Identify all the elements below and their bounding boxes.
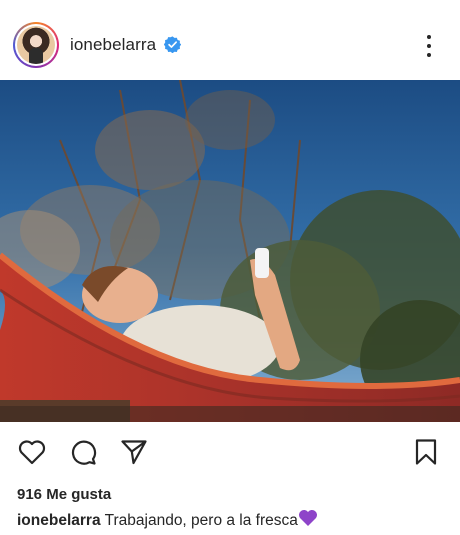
caption: ionebelarra Trabajando, pero a la fresca (17, 509, 318, 532)
send-icon[interactable] (118, 436, 150, 468)
username-link[interactable]: ionebelarra (70, 35, 156, 55)
caption-text: Trabajando, pero a la fresca (104, 512, 298, 529)
verified-badge-icon (164, 36, 181, 53)
caption-username[interactable]: ionebelarra (17, 512, 101, 529)
bookmark-icon[interactable] (410, 436, 442, 468)
more-options-icon[interactable] (420, 32, 438, 60)
photo-scene (0, 80, 460, 422)
post-actions (0, 430, 460, 474)
instagram-post: ionebelarra 916 Me gusta ionebelarra Tra… (0, 0, 460, 535)
avatar[interactable] (13, 22, 59, 68)
comment-icon[interactable] (67, 436, 99, 468)
purple-heart-icon (298, 509, 318, 532)
avatar-image (17, 26, 55, 64)
likes-count[interactable]: 916 Me gusta (17, 486, 111, 503)
post-photo[interactable] (0, 80, 460, 422)
heart-icon[interactable] (16, 436, 48, 468)
post-header: ionebelarra (0, 0, 460, 80)
